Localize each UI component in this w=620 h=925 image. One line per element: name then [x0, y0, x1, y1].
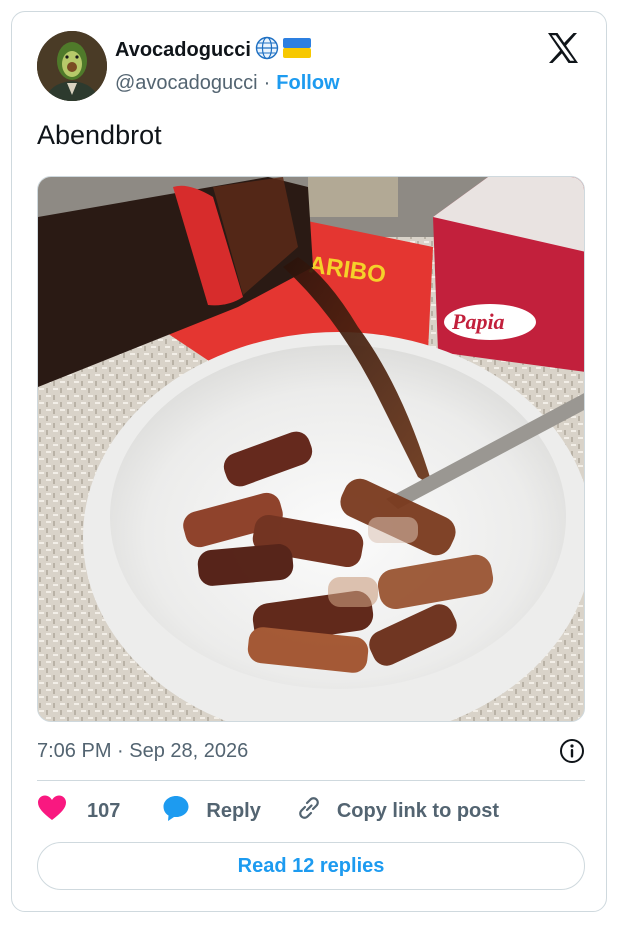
copy-link-label: Copy link to post: [336, 799, 500, 822]
globe-icon: [254, 35, 280, 66]
ukraine-flag-icon: [282, 37, 311, 63]
meta-row: 7:06 PM · Sep 28, 2026: [37, 736, 585, 766]
x-logo-icon[interactable]: [546, 32, 580, 64]
like-count: 107: [87, 799, 121, 822]
svg-text:Papia: Papia: [451, 309, 505, 334]
action-bar: 107 Reply Copy link to post: [37, 794, 499, 828]
reply-bubble-icon: [162, 794, 190, 828]
tweet-text: Abendbrot: [37, 120, 162, 150]
info-icon[interactable]: [559, 738, 585, 764]
avatar[interactable]: [37, 31, 107, 101]
divider: [37, 780, 585, 781]
author-name-row: Avocadogucci: [115, 36, 311, 64]
tweet-photo[interactable]: ARIBO Papia: [37, 176, 585, 722]
tweet-card: Avocadogucci @avocadogucci · Follow Aben…: [11, 11, 607, 912]
author-handle[interactable]: @avocadogucci: [115, 72, 258, 95]
author-display-name[interactable]: Avocadogucci: [115, 39, 251, 62]
reply-button[interactable]: Reply: [162, 794, 261, 828]
link-icon: [295, 794, 323, 828]
heart-icon: [37, 794, 67, 828]
timestamp[interactable]: 7:06 PM · Sep 28, 2026: [37, 740, 248, 763]
like-button[interactable]: 107: [37, 794, 120, 828]
read-replies-button[interactable]: Read 12 replies: [37, 842, 585, 890]
copy-link-button[interactable]: Copy link to post: [295, 794, 499, 828]
reply-label: Reply: [206, 799, 261, 822]
author-handle-row: @avocadogucci · Follow: [115, 70, 340, 96]
follow-button[interactable]: Follow: [276, 72, 339, 95]
separator-dot: ·: [263, 71, 271, 94]
